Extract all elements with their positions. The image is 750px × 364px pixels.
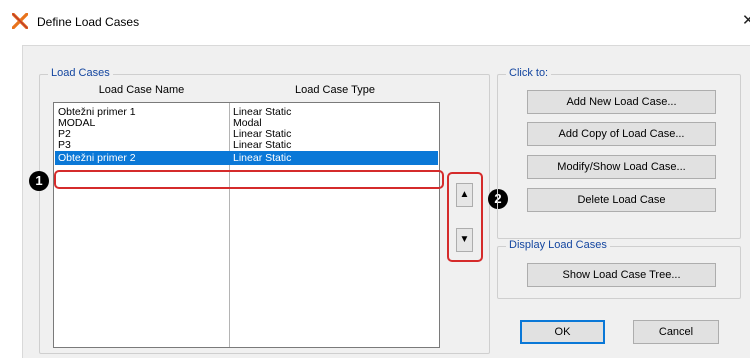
click-to-group-title: Click to: bbox=[506, 67, 552, 79]
column-header-type: Load Case Type bbox=[295, 84, 375, 96]
ok-button[interactable]: OK bbox=[520, 320, 605, 344]
display-load-cases-group-title: Display Load Cases bbox=[506, 239, 610, 251]
delete-load-case-button[interactable]: Delete Load Case bbox=[527, 188, 716, 212]
load-cases-group: Load Cases Load Case Name Load Case Type… bbox=[39, 67, 490, 354]
move-down-button[interactable]: ▼ bbox=[456, 228, 473, 252]
list-item[interactable]: P3 Linear Static bbox=[55, 140, 438, 151]
define-load-cases-dialog: Load Cases Load Case Name Load Case Type… bbox=[22, 45, 750, 358]
add-new-load-case-button[interactable]: Add New Load Case... bbox=[527, 90, 716, 114]
load-cases-list[interactable]: Load Case Name Load Case Type Obtežni pr… bbox=[53, 84, 440, 348]
etabs-x-icon bbox=[12, 13, 28, 29]
window-title: Define Load Cases bbox=[37, 15, 140, 29]
load-case-type: Linear Static bbox=[233, 139, 292, 151]
load-cases-group-title: Load Cases bbox=[48, 67, 113, 79]
list-item-selected[interactable]: Obtežni primer 2 Linear Static bbox=[55, 151, 438, 165]
load-case-type: Linear Static bbox=[233, 152, 292, 164]
title-bar: Define Load Cases ✕ bbox=[0, 0, 750, 38]
show-load-case-tree-button[interactable]: Show Load Case Tree... bbox=[527, 263, 716, 287]
close-icon[interactable]: ✕ bbox=[742, 11, 750, 29]
cancel-button[interactable]: Cancel bbox=[633, 320, 719, 344]
load-case-name: P3 bbox=[58, 139, 71, 151]
modify-show-load-case-button[interactable]: Modify/Show Load Case... bbox=[527, 155, 716, 179]
move-up-button[interactable]: ▲ bbox=[456, 183, 473, 207]
add-copy-load-case-button[interactable]: Add Copy of Load Case... bbox=[527, 122, 716, 146]
column-header-name: Load Case Name bbox=[98, 84, 185, 96]
load-case-name: Obtežni primer 2 bbox=[58, 152, 136, 164]
callout-badge-1: 1 bbox=[29, 171, 49, 191]
selected-row-highlight bbox=[54, 170, 444, 189]
